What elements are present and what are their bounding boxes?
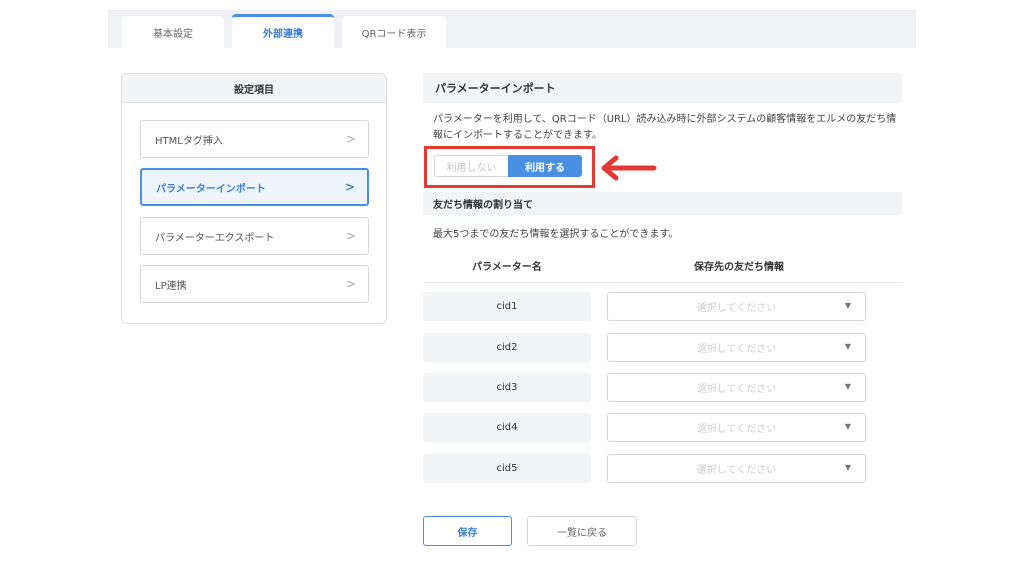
select-placeholder: 選択してください <box>696 344 777 355</box>
select-placeholder: 選択してください <box>696 465 777 476</box>
sidebar-item-parameter-import[interactable]: パラメーターインポート > <box>140 168 369 206</box>
annotation-arrow-icon <box>601 155 657 181</box>
parameter-name-cell: cid2 <box>423 333 591 362</box>
parameter-name-cell: cid4 <box>423 413 591 442</box>
sidebar-item-label: LP連携 <box>155 280 187 292</box>
friend-info-select[interactable]: 選択してください ▼ <box>607 413 866 442</box>
highlight-box <box>424 146 595 188</box>
save-button[interactable]: 保存 <box>423 516 512 546</box>
friend-info-select[interactable]: 選択してください ▼ <box>607 454 866 483</box>
sidebar-item-label: パラメーターインポート <box>156 183 266 195</box>
caret-down-icon: ▼ <box>844 382 851 391</box>
section-title-friend-assignment: 友だち情報の割り当て <box>423 192 902 215</box>
tab-bar: 基本設定 外部連携 QRコード表示 <box>108 10 916 48</box>
chevron-right-icon: > <box>345 229 356 243</box>
caret-down-icon: ▼ <box>844 342 851 351</box>
tab-basic-settings[interactable]: 基本設定 <box>122 16 224 48</box>
sidebar-item-lp-integration[interactable]: LP連携 > <box>140 265 369 303</box>
tab-qr-code-display[interactable]: QRコード表示 <box>342 16 446 48</box>
select-placeholder: 選択してください <box>696 384 777 395</box>
chevron-right-icon: > <box>344 180 355 194</box>
parameter-name-cell: cid5 <box>423 454 591 483</box>
assignment-description: 最大5つまでの友だち情報を選択することができます。 <box>433 229 679 240</box>
friend-info-select[interactable]: 選択してください ▼ <box>607 292 866 321</box>
parameter-name-cell: cid1 <box>423 292 591 321</box>
page: 基本設定 外部連携 QRコード表示 設定項目 HTMLタグ挿入 > パラメーター… <box>0 0 1024 576</box>
caret-down-icon: ▼ <box>844 301 851 310</box>
section-title-parameter-import: パラメーターインポート <box>423 73 902 103</box>
select-placeholder: 選択してください <box>696 424 777 435</box>
settings-sidebar: 設定項目 HTMLタグ挿入 > パラメーターインポート > パラメーターエクスポ… <box>121 73 387 324</box>
sidebar-item-html-tag[interactable]: HTMLタグ挿入 > <box>140 120 369 158</box>
chevron-right-icon: > <box>345 277 356 291</box>
import-description: パラメーターを利用して、QRコード（URL）読み込み時に外部システムの顧客情報を… <box>433 114 897 141</box>
sidebar-title: 設定項目 <box>122 74 386 103</box>
back-to-list-button[interactable]: 一覧に戻る <box>527 516 637 546</box>
caret-down-icon: ▼ <box>844 463 851 472</box>
select-placeholder: 選択してください <box>696 303 777 314</box>
sidebar-item-label: パラメーターエクスポート <box>155 232 275 244</box>
friend-info-select[interactable]: 選択してください ▼ <box>607 373 866 402</box>
caret-down-icon: ▼ <box>844 422 851 431</box>
column-header-target-info: 保存先の友だち情報 <box>694 262 784 273</box>
tab-external-integration[interactable]: 外部連携 <box>232 14 334 48</box>
parameter-name-cell: cid3 <box>423 373 591 402</box>
sidebar-item-parameter-export[interactable]: パラメーターエクスポート > <box>140 217 369 255</box>
column-header-parameter-name: パラメーター名 <box>472 262 542 273</box>
sidebar-item-label: HTMLタグ挿入 <box>155 135 223 147</box>
friend-info-select[interactable]: 選択してください ▼ <box>607 333 866 362</box>
header-divider <box>423 282 902 283</box>
chevron-right-icon: > <box>345 132 356 146</box>
